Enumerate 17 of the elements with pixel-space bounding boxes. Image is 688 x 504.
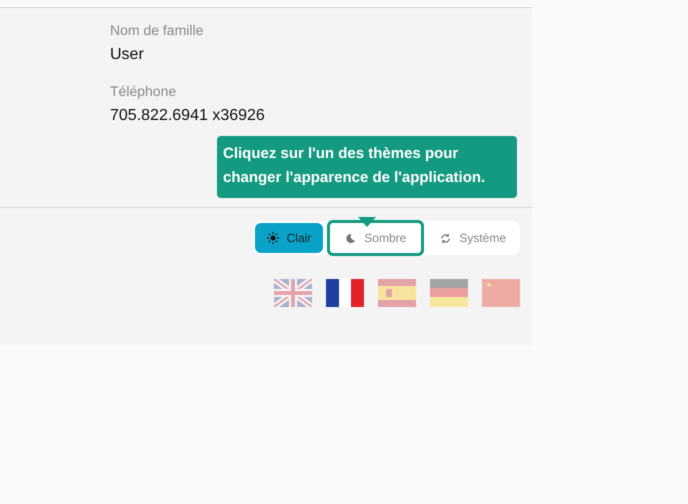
field-label: Téléphone [110, 83, 176, 99]
tooltip-arrow-icon [358, 217, 376, 227]
moon-icon [345, 232, 356, 244]
sun-icon [266, 232, 279, 244]
flag-icon [430, 279, 468, 307]
flag-icon [326, 279, 364, 307]
sync-icon [440, 232, 452, 244]
flag-icon [378, 279, 416, 307]
flag-icon [274, 279, 312, 307]
theme-option[interactable]: Clair [254, 223, 324, 253]
field-label: Nom de famille [110, 22, 204, 38]
theme-option[interactable]: Sombre [327, 220, 424, 256]
field-value: 705.822.6941 x36926 [110, 107, 265, 125]
field-value: User [110, 46, 144, 64]
tooltip: Cliquez sur l'un des thèmes pour changer l'apparence de l'application. [217, 136, 517, 198]
flag-icon [482, 279, 520, 307]
language-button[interactable] [326, 279, 364, 307]
